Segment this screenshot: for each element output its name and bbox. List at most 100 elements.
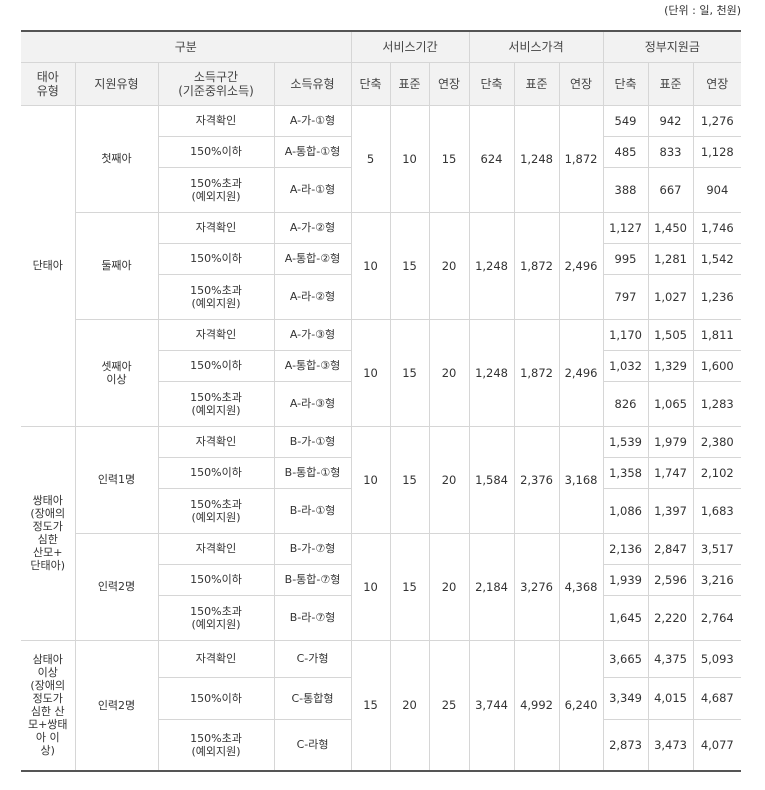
- header-support-type: 지원유형: [74, 61, 159, 106]
- gov-support-cell: 995: [602, 242, 649, 275]
- header-group: 구분: [21, 30, 352, 63]
- price-cell: 1,872: [558, 104, 604, 213]
- gov-support-cell: 1,645: [602, 594, 649, 641]
- income-range-cell: 150%이하: [157, 676, 275, 720]
- income-type-cell: A-통합-③형: [273, 349, 352, 382]
- table-row: 인력2명 자격확인 B-가-⑦형 10 15 20 2,184 3,276 4,368 2,136…: [21, 532, 742, 641]
- period-cell: 15: [350, 639, 391, 772]
- gov-support-cell: 797: [602, 273, 649, 320]
- gov-support-cell: 1,329: [647, 349, 694, 382]
- income-type-cell: B-가-⑦형: [273, 532, 352, 565]
- gov-support-cell: 3,349: [602, 676, 649, 720]
- gov-support-cell: 1,281: [647, 242, 694, 275]
- income-range-cell: 자격확인: [157, 211, 275, 244]
- table-row: 삼태아 이상 (장애의 정도가 심한 산 모+쌍태 아 이 상) 인력2명 자격확인 C-가형 15 2…: [21, 639, 742, 772]
- table-row: 셋째아 이상 자격확인 A-가-③형 10 15 20 1,248 1,872 2,496 1,17…: [21, 318, 742, 427]
- gov-support-cell: 3,216: [692, 563, 742, 596]
- gov-support-cell: 1,746: [692, 211, 742, 244]
- income-type-cell: C-가형: [273, 639, 352, 678]
- period-cell: 25: [428, 639, 470, 772]
- period-cell: 20: [428, 425, 470, 534]
- price-cell: 1,248: [468, 211, 515, 320]
- income-type-cell: C-통합형: [273, 676, 352, 720]
- period-cell: 10: [350, 211, 391, 320]
- gov-support-cell: 1,127: [602, 211, 649, 244]
- support-type-cell: 인력1명: [74, 425, 159, 534]
- income-range-cell: 150%초과 (예외지원): [157, 718, 275, 772]
- income-type-cell: B-라-①형: [273, 487, 352, 534]
- page: (단위 : 일, 천원) 구분 서비스기간 서비스가격 정부지원금 태아 유형 지…: [0, 0, 765, 790]
- gov-support-cell: 1,600: [692, 349, 742, 382]
- table-body: 단태아 첫째아 자격확인 A-가-①형 5 10 15 624 1,248 1,872 549 942…: [21, 104, 742, 772]
- header-sub: 표준: [513, 61, 560, 106]
- income-range-cell: 150%이하: [157, 349, 275, 382]
- gov-support-cell: 1,128: [692, 135, 742, 168]
- price-cell: 6,240: [558, 639, 604, 772]
- gov-support-cell: 1,811: [692, 318, 742, 351]
- gov-support-cell: 826: [602, 380, 649, 427]
- price-cell: 2,496: [558, 318, 604, 427]
- support-type-cell: 인력2명: [74, 639, 159, 772]
- price-cell: 2,496: [558, 211, 604, 320]
- income-range-cell: 자격확인: [157, 532, 275, 565]
- income-type-cell: A-가-①형: [273, 104, 352, 137]
- period-cell: 15: [389, 318, 430, 427]
- header-income-type: 소득유형: [273, 61, 352, 106]
- header-sub: 단축: [468, 61, 515, 106]
- income-range-cell: 150%이하: [157, 135, 275, 168]
- unit-note: (단위 : 일, 천원): [664, 4, 741, 17]
- income-range-cell: 150%이하: [157, 563, 275, 596]
- income-type-cell: A-통합-②형: [273, 242, 352, 275]
- price-cell: 1,872: [513, 318, 560, 427]
- header-sub: 연장: [428, 61, 470, 106]
- fetus-type-cell: 쌍태아 (장애의 정도가 심한 산모+ 단태아): [21, 425, 76, 641]
- price-cell: 1,248: [513, 104, 560, 213]
- period-cell: 20: [428, 532, 470, 641]
- period-cell: 5: [350, 104, 391, 213]
- gov-support-cell: 1,358: [602, 456, 649, 489]
- gov-support-cell: 4,375: [647, 639, 694, 678]
- gov-support-cell: 1,450: [647, 211, 694, 244]
- gov-support-cell: 549: [602, 104, 649, 137]
- gov-support-cell: 2,596: [647, 563, 694, 596]
- gov-support-cell: 1,683: [692, 487, 742, 534]
- price-cell: 3,168: [558, 425, 604, 534]
- income-range-cell: 자격확인: [157, 104, 275, 137]
- gov-support-cell: 2,764: [692, 594, 742, 641]
- income-type-cell: A-라-①형: [273, 166, 352, 213]
- gov-support-cell: 4,077: [692, 718, 742, 772]
- gov-support-cell: 4,015: [647, 676, 694, 720]
- gov-support-cell: 3,473: [647, 718, 694, 772]
- period-cell: 10: [389, 104, 430, 213]
- fetus-type-cell: 삼태아 이상 (장애의 정도가 심한 산 모+쌍태 아 이 상): [21, 639, 76, 772]
- price-cell: 1,248: [468, 318, 515, 427]
- period-cell: 10: [350, 532, 391, 641]
- header-gov-support: 정부지원금: [602, 30, 742, 63]
- gov-support-cell: 3,517: [692, 532, 742, 565]
- income-range-cell: 150%초과 (예외지원): [157, 380, 275, 427]
- gov-support-cell: 667: [647, 166, 694, 213]
- header-service-period: 서비스기간: [350, 30, 470, 63]
- header-sub: 연장: [558, 61, 604, 106]
- gov-support-cell: 942: [647, 104, 694, 137]
- gov-support-cell: 1,539: [602, 425, 649, 458]
- gov-support-cell: 1,065: [647, 380, 694, 427]
- header-sub: 표준: [389, 61, 430, 106]
- period-cell: 15: [389, 532, 430, 641]
- gov-support-cell: 2,847: [647, 532, 694, 565]
- gov-support-cell: 1,032: [602, 349, 649, 382]
- header-fetus-type: 태아 유형: [21, 61, 76, 106]
- header-sub: 단축: [350, 61, 391, 106]
- price-cell: 4,368: [558, 532, 604, 641]
- income-type-cell: A-통합-①형: [273, 135, 352, 168]
- table-row: 둘째아 자격확인 A-가-②형 10 15 20 1,248 1,872 2,496 1,127 1…: [21, 211, 742, 320]
- fetus-type-cell: 단태아: [21, 104, 76, 427]
- gov-support-cell: 1,397: [647, 487, 694, 534]
- support-table: 구분 서비스기간 서비스가격 정부지원금 태아 유형 지원유형 소득구간 (기준중위…: [21, 30, 742, 772]
- gov-support-cell: 1,939: [602, 563, 649, 596]
- gov-support-cell: 1,170: [602, 318, 649, 351]
- support-type-cell: 둘째아: [74, 211, 159, 320]
- price-cell: 2,376: [513, 425, 560, 534]
- price-cell: 3,276: [513, 532, 560, 641]
- gov-support-cell: 485: [602, 135, 649, 168]
